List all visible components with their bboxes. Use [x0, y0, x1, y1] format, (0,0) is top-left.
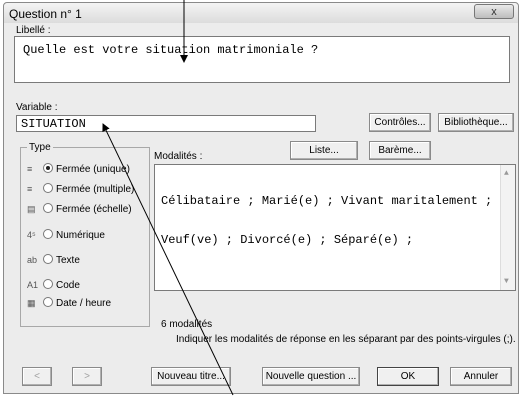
scroll-up-icon[interactable]: ▲	[504, 167, 509, 180]
modalites-line-2: Veuf(ve) ; Divorcé(e) ; Séparé(e) ;	[161, 233, 414, 247]
text-icon: ab	[27, 255, 38, 265]
type-option-fermee-unique[interactable]: ≡ Fermée (unique)	[27, 162, 130, 178]
variable-input[interactable]: SITUATION	[16, 115, 316, 132]
scroll-down-icon[interactable]: ▼	[504, 275, 509, 288]
radio-button[interactable]	[43, 183, 53, 193]
type-option-label: Fermée (multiple)	[56, 184, 135, 195]
type-option-label: Numérique	[56, 230, 105, 241]
type-option-fermee-echelle[interactable]: ▤ Fermée (échelle)	[27, 202, 132, 218]
radio-button[interactable]	[43, 297, 53, 307]
window-title: Question n° 1	[9, 7, 82, 21]
type-option-fermee-multiple[interactable]: ≡ Fermée (multiple)	[27, 182, 134, 198]
type-option-label: Texte	[56, 255, 80, 266]
libelle-textarea[interactable]: Quelle est votre situation matrimoniale …	[14, 36, 510, 83]
bibliotheque-button[interactable]: Bibliothèque...	[438, 113, 514, 132]
type-option-date-heure[interactable]: ▦ Date / heure	[27, 296, 111, 312]
radio-button[interactable]	[43, 279, 53, 289]
liste-button[interactable]: Liste...	[290, 141, 358, 160]
multiple-list-icon: ≡	[27, 184, 33, 194]
modalites-hint: Indiquer les modalités de réponse en les…	[176, 334, 516, 345]
variable-value: SITUATION	[21, 117, 86, 131]
bareme-button[interactable]: Barème...	[369, 141, 431, 160]
numeric-icon: 4⁵	[27, 230, 36, 240]
type-option-numerique[interactable]: 4⁵ Numérique	[27, 228, 105, 244]
ok-button[interactable]: OK	[377, 367, 439, 386]
nouvelle-question-button[interactable]: Nouvelle question ...	[262, 367, 360, 386]
modalites-label: Modalités :	[154, 151, 203, 162]
closed-list-icon: ≡	[27, 164, 33, 174]
question-dialog: Question n° 1 x Libellé : Quelle est vot…	[3, 2, 519, 394]
radio-button[interactable]	[43, 203, 53, 213]
annuler-button[interactable]: Annuler	[450, 367, 512, 386]
modalites-count: 6 modalités	[161, 319, 213, 330]
type-option-label: Fermée (échelle)	[56, 204, 132, 215]
type-option-code[interactable]: A1 Code	[27, 278, 80, 294]
modalites-line-1: Célibataire ; Marié(e) ; Vivant maritale…	[161, 194, 493, 208]
calendar-icon: ▦	[27, 298, 36, 308]
title-bar: Question n° 1 x	[4, 3, 518, 23]
type-option-label: Code	[56, 280, 80, 291]
close-button[interactable]: x	[474, 4, 514, 19]
modalites-textarea[interactable]: Célibataire ; Marié(e) ; Vivant maritale…	[154, 164, 516, 291]
nouveau-titre-button[interactable]: Nouveau titre...	[151, 367, 231, 386]
radio-button[interactable]	[43, 229, 53, 239]
radio-button[interactable]	[43, 254, 53, 264]
code-icon: A1	[27, 280, 39, 290]
type-group: Type ≡ Fermée (unique) ≡ Fermée (multiple)…	[20, 142, 150, 327]
scale-icon: ▤	[27, 204, 36, 214]
vertical-scrollbar[interactable]: ▲ ▼	[500, 165, 515, 290]
type-option-label: Date / heure	[56, 298, 112, 309]
previous-button[interactable]: <	[22, 367, 52, 386]
type-legend: Type	[29, 142, 51, 153]
libelle-value: Quelle est votre situation matrimoniale …	[23, 43, 319, 57]
radio-button[interactable]	[43, 163, 53, 173]
type-option-texte[interactable]: ab Texte	[27, 253, 80, 269]
variable-label: Variable :	[16, 102, 58, 113]
next-button[interactable]: >	[72, 367, 102, 386]
type-option-label: Fermée (unique)	[56, 164, 130, 175]
libelle-label: Libellé :	[16, 25, 51, 36]
controles-button[interactable]: Contrôles...	[369, 113, 431, 132]
